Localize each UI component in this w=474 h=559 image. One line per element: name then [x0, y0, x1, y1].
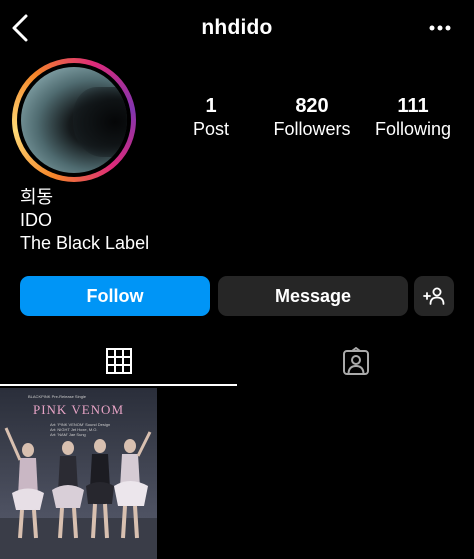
stat-value: 820 — [295, 95, 329, 117]
top-bar: nhdido — [0, 0, 474, 56]
stat-label: Post — [192, 119, 230, 139]
message-button[interactable]: Message — [218, 276, 408, 316]
tab-tagged[interactable] — [237, 338, 474, 386]
tab-posts-grid[interactable] — [0, 338, 237, 386]
profile-bio: 희동 IDO The Black Label — [20, 186, 149, 255]
tagged-icon — [342, 347, 369, 375]
profile-tabs — [0, 338, 474, 386]
bio-name: 희동 — [20, 187, 54, 207]
following-count[interactable]: 111 Following — [358, 94, 468, 140]
profile-stats: 1 Post 820 Followers 111 Following — [0, 94, 474, 144]
stat-label: Followers — [273, 119, 351, 139]
stat-value: 111 — [397, 95, 429, 117]
post-thumbnail[interactable]: BLACKPINK Pre-Release Single PINK VENOM … — [0, 388, 157, 559]
bio-line: The Black Label — [20, 233, 150, 253]
stat-value: 1 — [205, 95, 217, 117]
post-artwork-figures — [0, 427, 157, 559]
bio-line: IDO — [20, 210, 53, 230]
more-options-icon[interactable] — [428, 20, 452, 36]
stat-label: Following — [374, 119, 452, 139]
followers-count[interactable]: 820 Followers — [257, 94, 367, 140]
add-user-icon — [423, 287, 445, 305]
suggested-users-button[interactable] — [414, 276, 454, 316]
follow-button[interactable]: Follow — [20, 276, 210, 316]
posts-count[interactable]: 1 Post — [156, 94, 266, 140]
grid-icon — [105, 348, 132, 374]
profile-username: nhdido — [201, 16, 273, 39]
